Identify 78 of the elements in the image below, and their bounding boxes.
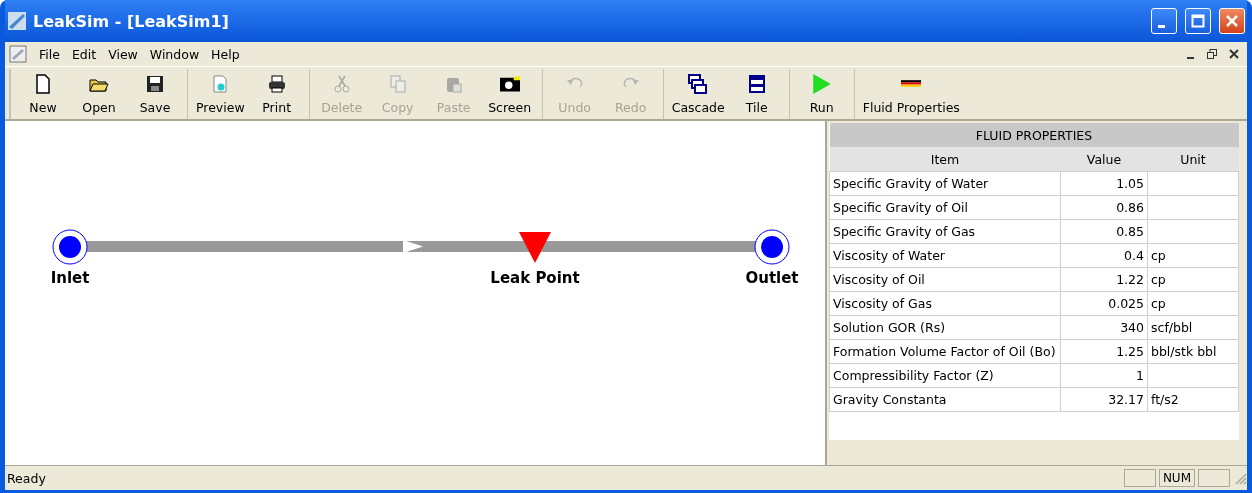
status-pane	[1123, 469, 1156, 487]
flag-icon	[901, 79, 922, 87]
close-icon	[1225, 14, 1239, 28]
toolbar-button[interactable]: Tile	[728, 69, 785, 119]
table-cell: 1	[1060, 363, 1148, 388]
toolbar-button[interactable]: Print	[248, 69, 305, 119]
table-cell: Specific Gravity of Water	[829, 171, 1061, 196]
table-cell: Viscosity of Gas	[829, 291, 1061, 316]
table-cell: scf/bbl	[1147, 315, 1239, 340]
table-cell: Specific Gravity of Oil	[829, 195, 1061, 220]
table-cell: cp	[1147, 291, 1239, 316]
save-icon	[145, 73, 165, 94]
menu-item[interactable]: View	[102, 46, 144, 62]
cut-icon	[331, 73, 352, 94]
table-cell: Compressibility Factor (Z)	[829, 363, 1061, 388]
status-text: Ready	[7, 470, 47, 486]
cascade-icon	[688, 73, 709, 94]
close-icon	[1229, 49, 1239, 59]
table-cell: 1.05	[1060, 171, 1148, 196]
toolbar-button[interactable]: Save	[127, 69, 183, 119]
run-icon	[811, 73, 832, 94]
table-cell: ft/s2	[1147, 387, 1239, 412]
table-cell: Gravity Constanta	[829, 387, 1061, 412]
print-icon	[266, 73, 287, 94]
new-icon	[33, 73, 53, 94]
table-cell: cp	[1147, 243, 1239, 268]
table-cell: bbl/stk bbl	[1147, 339, 1239, 364]
table-cell: Specific Gravity of Gas	[829, 219, 1061, 244]
column-header: Unit	[1147, 147, 1239, 172]
resize-grip-icon	[1233, 471, 1247, 485]
menu-item[interactable]: Edit	[65, 46, 103, 62]
table-cell: 0.4	[1060, 243, 1148, 268]
menu-item[interactable]: Help	[205, 46, 246, 62]
leak-marker[interactable]	[519, 232, 551, 263]
minimize-button[interactable]	[1151, 8, 1177, 34]
toolbar-button[interactable]: Open	[71, 69, 127, 119]
maximize-button[interactable]	[1185, 8, 1211, 34]
tile-icon	[746, 73, 767, 94]
toolbar-button[interactable]: Screen	[481, 69, 538, 119]
node-label: Outlet	[745, 269, 799, 287]
table-cell: 0.025	[1060, 291, 1148, 316]
node-marker[interactable]	[52, 229, 88, 265]
toolbar-button[interactable]: Preview	[192, 69, 249, 119]
table-cell: 0.86	[1060, 195, 1148, 220]
minimize-icon	[1186, 56, 1194, 59]
table-cell: 0.85	[1060, 219, 1148, 244]
minimize-icon	[1158, 24, 1165, 28]
toolbar-button[interactable]: Run	[793, 69, 850, 119]
table-cell: 32.17	[1060, 387, 1148, 412]
status-pane	[1198, 469, 1230, 487]
copy-icon	[387, 73, 408, 94]
table-title: FLUID PROPERTIES	[829, 123, 1239, 147]
toolbar-button[interactable]: Fluid Properties	[858, 69, 964, 119]
table-cell: 1.22	[1060, 267, 1148, 292]
table-cell: Viscosity of Oil	[829, 267, 1061, 292]
toolbar-button[interactable]: Cascade	[667, 69, 729, 119]
restore-icon	[1207, 49, 1217, 59]
table-cell: 1.25	[1060, 339, 1148, 364]
table-cell: cp	[1147, 267, 1239, 292]
node-marker[interactable]	[754, 229, 790, 265]
maximize-icon	[1191, 14, 1205, 28]
window-title: LeakSim - [LeakSim1]	[33, 11, 230, 31]
table-cell: 340	[1060, 315, 1148, 340]
close-button[interactable]	[1219, 8, 1245, 34]
node-label: Leak Point	[490, 269, 580, 287]
column-header: Item	[829, 147, 1061, 172]
toolbar-button[interactable]: New	[15, 69, 71, 119]
table-cell: Solution GOR (Rs)	[829, 315, 1061, 340]
app-icon	[7, 11, 27, 31]
status-pane: NUM	[1158, 469, 1195, 487]
menu-item[interactable]: Window	[143, 46, 206, 62]
menu-item[interactable]: File	[33, 46, 66, 62]
document-icon	[9, 45, 27, 63]
column-header: Value	[1060, 147, 1148, 172]
flow-arrow-icon	[403, 240, 423, 253]
table-cell: Viscosity of Water	[829, 243, 1061, 268]
table-cell: Formation Volume Factor of Oil (Bo)	[829, 339, 1061, 364]
node-label: Inlet	[50, 269, 90, 287]
